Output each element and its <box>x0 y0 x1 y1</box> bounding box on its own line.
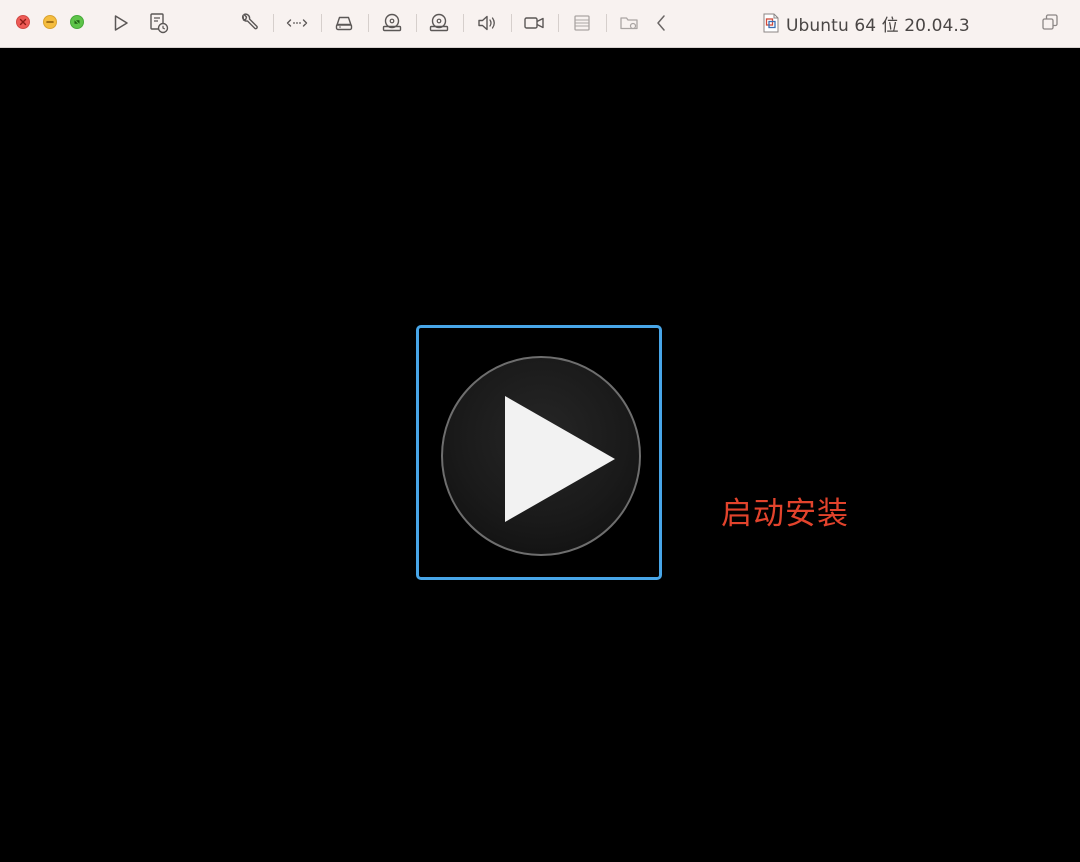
window-restore-button[interactable] <box>1041 13 1059 33</box>
toolbar-separator <box>321 14 322 32</box>
play-icon <box>114 15 128 31</box>
fullscreen-button[interactable] <box>70 15 84 29</box>
vm-window: Ubuntu 64 位 20.04.3 启动安装 <box>0 0 1080 862</box>
toolbar-separator <box>463 14 464 32</box>
toolbar-separator <box>558 14 559 32</box>
fullscreen-icon <box>74 20 80 24</box>
play-circle <box>441 356 641 556</box>
cd-drive-icon <box>382 13 402 32</box>
printer-button[interactable] <box>569 11 595 35</box>
restore-windows-icon <box>1042 14 1058 30</box>
play-icon <box>505 396 615 522</box>
toolbar-separator <box>511 14 512 32</box>
sound-button[interactable] <box>474 11 500 35</box>
toolbar-separator <box>416 14 417 32</box>
settings-button[interactable] <box>236 11 262 35</box>
snapshot-icon <box>150 13 169 34</box>
hard-disk-button[interactable] <box>331 11 357 35</box>
close-button[interactable] <box>16 15 30 29</box>
cd-drive-2-button[interactable] <box>426 11 452 35</box>
toolbar-separator <box>606 14 607 32</box>
close-icon <box>19 18 27 26</box>
cd-drive-2-icon <box>429 13 449 32</box>
start-install-annotation: 启动安装 <box>721 496 849 532</box>
network-arrows-icon <box>286 19 308 27</box>
start-vm-button[interactable] <box>108 11 134 35</box>
toolbar-separator <box>273 14 274 32</box>
hard-disk-icon <box>335 16 353 31</box>
chevron-left-icon <box>657 15 665 31</box>
cd-drive-button[interactable] <box>379 11 405 35</box>
minimize-icon <box>46 21 54 23</box>
shared-folder-icon <box>620 17 638 30</box>
vm-document-icon <box>763 13 779 33</box>
camera-icon <box>524 17 544 29</box>
wrench-icon <box>241 13 258 30</box>
shared-folder-button[interactable] <box>617 11 643 35</box>
collapse-toolbar-button[interactable] <box>652 11 670 35</box>
title-bar: Ubuntu 64 位 20.04.3 <box>0 0 1080 48</box>
speaker-icon <box>478 15 495 31</box>
start-install-play-button[interactable] <box>416 325 662 580</box>
toolbar-separator <box>368 14 369 32</box>
camera-button[interactable] <box>521 11 547 35</box>
window-title-group: Ubuntu 64 位 20.04.3 <box>762 12 970 36</box>
network-button[interactable] <box>284 11 310 35</box>
window-title: Ubuntu 64 位 20.04.3 <box>786 15 970 36</box>
printer-icon <box>574 15 590 31</box>
snapshot-button[interactable] <box>146 11 172 35</box>
vm-screen[interactable]: 启动安装 <box>0 48 1080 862</box>
minimize-button[interactable] <box>43 15 57 29</box>
